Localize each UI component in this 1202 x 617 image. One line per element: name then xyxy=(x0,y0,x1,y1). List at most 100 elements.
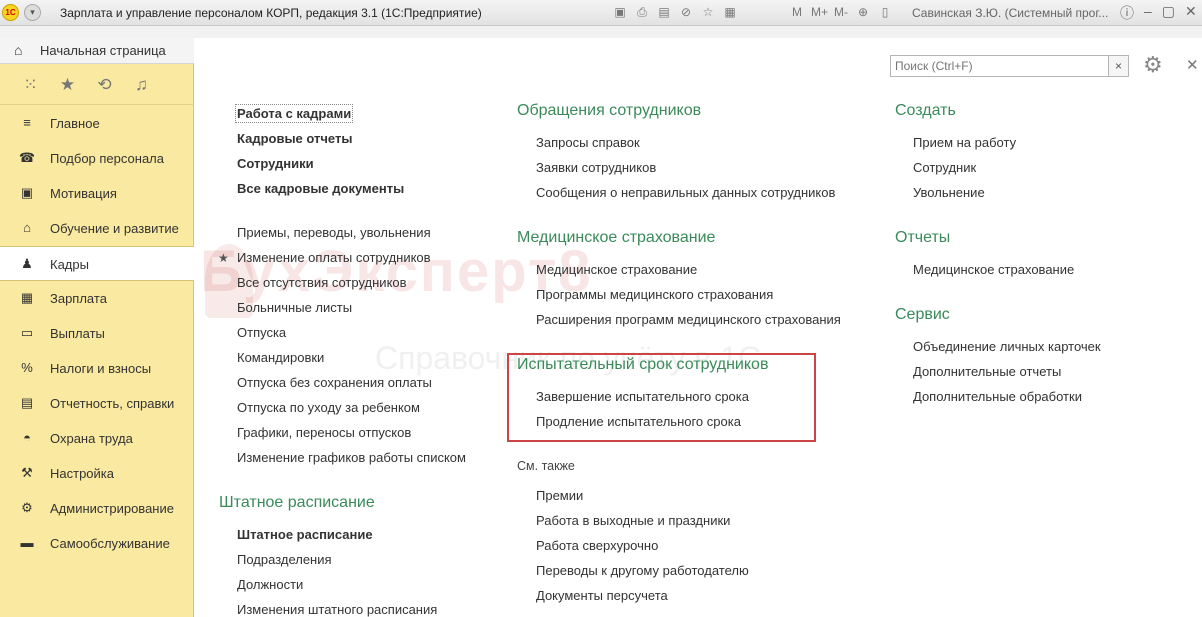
nav-link[interactable]: Расширения программ медицинского страхов… xyxy=(536,312,841,327)
section-title-staffing: Штатное расписание xyxy=(219,494,375,511)
sidebar-item-payments[interactable]: ▭ Выплаты xyxy=(0,316,194,351)
sidebar-item-recruitment[interactable]: ☎ Подбор персонала xyxy=(0,141,194,176)
sidebar-item-main[interactable]: ≡ Главное xyxy=(0,106,194,141)
m-plus-button[interactable]: M+ xyxy=(811,5,828,19)
nav-link[interactable]: Изменение графиков работы списком xyxy=(237,450,466,465)
nav-link[interactable]: Отпуска xyxy=(237,325,286,340)
main-menu-icon[interactable]: ▾ xyxy=(24,4,41,21)
print-icon[interactable]: ⎙ xyxy=(634,5,650,20)
m-button[interactable]: M xyxy=(789,5,805,19)
nav-link[interactable]: Переводы к другому работодателю xyxy=(536,563,749,578)
nav-link[interactable]: Сообщения о неправильных данных сотрудни… xyxy=(536,185,835,200)
sidebar-item-training[interactable]: ⌂ Обучение и развитие xyxy=(0,211,194,246)
nav-link[interactable]: Кадровые отчеты xyxy=(237,131,352,146)
nav-link[interactable]: Изменение оплаты сотрудников xyxy=(237,250,431,265)
sidebar-item-label: Выплаты xyxy=(50,326,105,341)
sections-list: ≡ Главное ☎ Подбор персонала ▣ Мотивация ⌂ О… xyxy=(0,106,194,561)
sidebar-item-motivation[interactable]: ▣ Мотивация xyxy=(0,176,194,211)
nav-link[interactable]: Документы персучета xyxy=(536,588,668,603)
star-icon[interactable]: ★ xyxy=(49,75,86,95)
close-icon[interactable]: ✕ xyxy=(1186,56,1199,74)
nav-link[interactable]: Подразделения xyxy=(237,552,332,567)
see-also-title: См. также xyxy=(517,459,575,473)
gear-icon: ⚙ xyxy=(21,500,33,515)
nav-link[interactable]: Изменения штатного расписания xyxy=(237,602,437,617)
sidebar-item-salary[interactable]: ▦ Зарплата xyxy=(0,281,194,316)
sidebar-item-label: Обучение и развитие xyxy=(50,221,179,236)
favorite-star-icon[interactable]: ★ xyxy=(218,251,229,265)
home-icon: ⌂ xyxy=(14,42,23,58)
nav-link[interactable]: Завершение испытательного срока xyxy=(536,389,749,404)
m-minus-button[interactable]: M- xyxy=(833,5,849,19)
bell-icon[interactable]: ♫ xyxy=(123,75,160,95)
nav-link[interactable]: Заявки сотрудников xyxy=(536,160,656,175)
nav-link[interactable]: Медицинское страхование xyxy=(536,262,697,277)
sidebar-item-taxes[interactable]: % Налоги и взносы xyxy=(0,351,194,386)
current-user[interactable]: Савинская З.Ю. (Системный прог... xyxy=(912,6,1108,20)
nav-link[interactable]: Увольнение xyxy=(913,185,985,200)
close-window-icon[interactable]: ✕ xyxy=(1185,3,1197,23)
preview-icon[interactable]: ▤ xyxy=(656,5,672,20)
sidebar-item-label: Зарплата xyxy=(50,291,107,306)
sidebar-item-label: Отчетность, справки xyxy=(50,396,175,411)
sidebar-item-reports[interactable]: ▤ Отчетность, справки xyxy=(0,386,194,421)
nav-link[interactable]: Программы медицинского страхования xyxy=(536,287,773,302)
sidebar-item-safety[interactable]: ◓ Охрана труда xyxy=(0,421,194,456)
zoom-icon[interactable]: ⊕ xyxy=(855,5,871,19)
window-buttons: ⓘ – ▢ ✕ xyxy=(1120,3,1197,23)
home-tab-label: Начальная страница xyxy=(40,43,166,58)
calendar-icon[interactable]: ▦ xyxy=(722,5,738,20)
sidebar-item-label: Администрирование xyxy=(50,501,174,516)
nav-link[interactable]: Дополнительные отчеты xyxy=(913,364,1061,379)
sidebar-item-label: Главное xyxy=(50,116,100,131)
history-icon[interactable]: ⟲ xyxy=(86,75,123,95)
1c-logo-icon[interactable]: 1С xyxy=(2,4,19,21)
nav-link[interactable]: Штатное расписание xyxy=(237,527,373,542)
nav-link[interactable]: Работа с кадрами xyxy=(234,104,354,123)
tab-home-page[interactable]: ⌂ Начальная страница xyxy=(0,38,194,64)
nav-link[interactable]: Дополнительные обработки xyxy=(913,389,1082,404)
sidebar-item-selfservice[interactable]: ▬ Самообслуживание xyxy=(0,526,194,561)
minimize-icon[interactable]: – xyxy=(1144,3,1152,23)
nav-link[interactable]: Сотрудник xyxy=(913,160,976,175)
sidebar-item-hr[interactable]: ♟ Кадры xyxy=(0,246,194,281)
nav-link[interactable]: Все кадровые документы xyxy=(237,181,404,196)
nav-link[interactable]: Должности xyxy=(237,577,303,592)
nav-link[interactable]: Работа сверхурочно xyxy=(536,538,658,553)
sidebar-item-settings[interactable]: ⚒ Настройка xyxy=(0,456,194,491)
sidebar-item-label: Самообслуживание xyxy=(50,536,170,551)
maximize-icon[interactable]: ▢ xyxy=(1162,3,1175,23)
nav-link[interactable]: Прием на работу xyxy=(913,135,1016,150)
link-icon[interactable]: ⊘ xyxy=(678,5,694,20)
graduation-icon: ⌂ xyxy=(23,220,31,235)
nav-link[interactable]: Продление испытательного срока xyxy=(536,414,741,429)
star-toolbar-icon[interactable]: ☆ xyxy=(700,5,716,20)
nav-link[interactable]: Работа в выходные и праздники xyxy=(536,513,730,528)
search-clear-button[interactable]: × xyxy=(1109,55,1129,77)
helmet-icon: ◓ xyxy=(23,430,31,445)
search-input[interactable] xyxy=(890,55,1109,77)
settings-gear-icon[interactable]: ⚙ xyxy=(1143,52,1163,78)
nav-link[interactable]: Графики, переносы отпусков xyxy=(237,425,411,440)
nav-link[interactable]: Командировки xyxy=(237,350,324,365)
info-icon[interactable]: ⓘ xyxy=(1120,3,1134,23)
nav-link[interactable]: Приемы, переводы, увольнения xyxy=(237,225,431,240)
nav-link[interactable]: Медицинское страхование xyxy=(913,262,1074,277)
sidebar-item-label: Налоги и взносы xyxy=(50,361,152,376)
nav-link[interactable]: Больничные листы xyxy=(237,300,352,315)
calculator-icon: ▦ xyxy=(20,290,34,305)
nav-link[interactable]: Все отсутствия сотрудников xyxy=(237,275,407,290)
tab-strip xyxy=(0,26,1202,38)
section-title-probation: Испытательный срок сотрудников xyxy=(517,356,769,373)
sidebar-item-admin[interactable]: ⚙ Администрирование xyxy=(0,491,194,526)
apps-icon[interactable]: ⁙ xyxy=(12,75,49,95)
nav-link[interactable]: Отпуска без сохранения оплаты xyxy=(237,375,432,390)
sections-panel: ⌂ Начальная страница ⁙ ★ ⟲ ♫ ≡ Главное ☎ П… xyxy=(0,38,194,617)
nav-link[interactable]: Отпуска по уходу за ребенком xyxy=(237,400,420,415)
nav-link[interactable]: Сотрудники xyxy=(237,156,314,171)
nav-link[interactable]: Премии xyxy=(536,488,583,503)
panel-icon[interactable]: ▯ xyxy=(877,5,893,19)
save-icon[interactable]: ▣ xyxy=(612,5,628,20)
nav-link[interactable]: Объединение личных карточек xyxy=(913,339,1101,354)
nav-link[interactable]: Запросы справок xyxy=(536,135,640,150)
